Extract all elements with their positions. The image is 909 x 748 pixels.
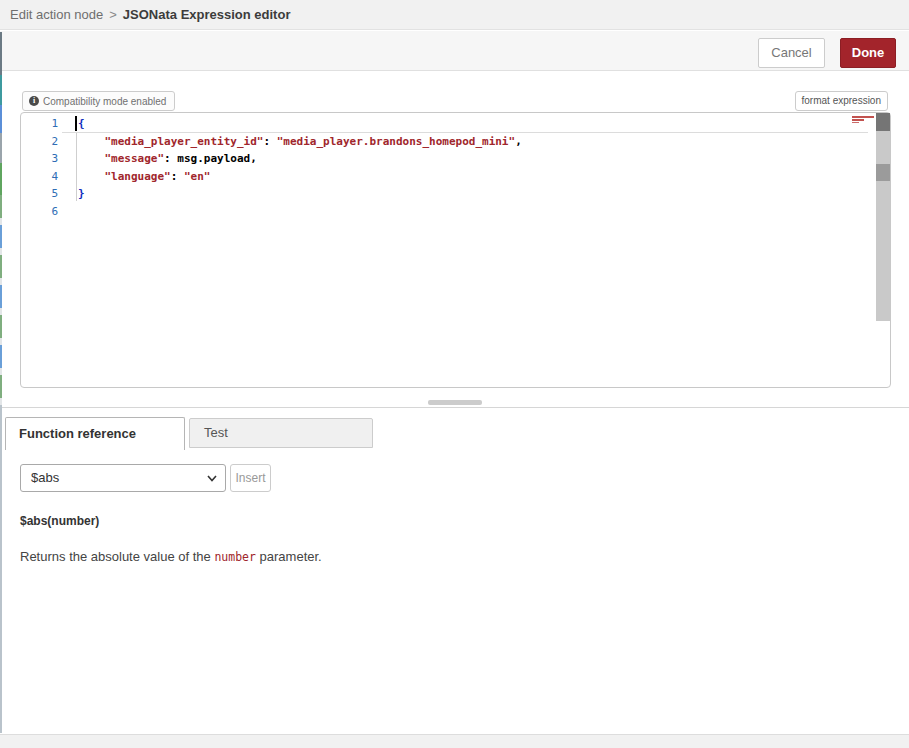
background-edge-strip xyxy=(0,75,2,105)
line-number: 3 xyxy=(21,150,62,168)
function-select[interactable]: $abs xyxy=(20,464,226,492)
text-cursor xyxy=(75,116,77,131)
info-icon: i xyxy=(29,96,39,106)
line-number: 5 xyxy=(21,185,62,203)
code-text[interactable] xyxy=(62,203,868,221)
description-text: Returns the absolute value of the xyxy=(20,549,214,564)
chevron-down-icon xyxy=(207,475,217,482)
scrollbar-thumb[interactable] xyxy=(876,113,890,131)
description-code-ref: number xyxy=(214,550,256,564)
scroll-annotation-marks xyxy=(852,115,878,124)
panel-resize-handle[interactable] xyxy=(0,397,909,408)
breadcrumb-separator: > xyxy=(109,7,117,22)
jsonata-expression-editor-dialog: Edit action node > JSONata Expression ed… xyxy=(0,0,909,748)
code-line[interactable]: 6 xyxy=(21,203,890,221)
code-line[interactable]: 1{ xyxy=(21,115,890,133)
background-edge-strip xyxy=(0,195,2,405)
format-expression-button[interactable]: format expression xyxy=(795,91,888,111)
resize-grip[interactable] xyxy=(428,400,482,405)
description-text-suffix: parameter. xyxy=(256,549,322,564)
background-edge-strip xyxy=(0,133,2,163)
background-edge-strip xyxy=(0,405,2,733)
code-line[interactable]: 3 "message": msg.payload, xyxy=(21,150,890,168)
done-button[interactable]: Done xyxy=(840,38,896,68)
function-signature: $abs(number) xyxy=(20,514,99,528)
code-text[interactable]: } xyxy=(62,185,868,203)
line-number: 1 xyxy=(21,115,62,133)
scrollbar-thumb-secondary[interactable] xyxy=(876,164,890,181)
line-number: 4 xyxy=(21,168,62,186)
function-select-value: $abs xyxy=(31,470,59,485)
line-number: 6 xyxy=(21,203,62,221)
indent-guide xyxy=(76,133,77,201)
compatibility-mode-badge: i Compatibility mode enabled xyxy=(22,91,175,111)
cancel-button[interactable]: Cancel xyxy=(758,38,825,68)
line-number: 2 xyxy=(21,133,62,151)
code-line[interactable]: 2 "media_player_entity_id": "media_playe… xyxy=(21,133,890,151)
function-description: Returns the absolute value of the number… xyxy=(20,549,322,564)
background-edge-strip xyxy=(0,163,2,195)
editor-scrollbar[interactable] xyxy=(876,113,890,321)
background-edge-strip xyxy=(0,32,2,75)
code-line[interactable]: 4 "language": "en" xyxy=(21,168,890,186)
tab-test[interactable]: Test xyxy=(189,418,373,448)
code-text[interactable]: { xyxy=(62,115,868,133)
breadcrumb: Edit action node > JSONata Expression ed… xyxy=(0,0,909,30)
background-edge-strip xyxy=(0,105,2,133)
code-text[interactable]: "media_player_entity_id": "media_player.… xyxy=(62,133,868,151)
footer-bar xyxy=(0,734,909,748)
dialog-toolbar: Cancel Done xyxy=(0,31,909,71)
compatibility-mode-label: Compatibility mode enabled xyxy=(43,96,166,107)
code-editor[interactable]: 1{2 "media_player_entity_id": "media_pla… xyxy=(20,112,891,388)
code-text[interactable]: "message": msg.payload, xyxy=(62,150,868,168)
tab-function-reference[interactable]: Function reference xyxy=(5,417,185,450)
code-line[interactable]: 5} xyxy=(21,185,890,203)
code-lines: 1{2 "media_player_entity_id": "media_pla… xyxy=(21,115,890,220)
insert-button[interactable]: Insert xyxy=(230,464,271,492)
code-text[interactable]: "language": "en" xyxy=(62,168,868,186)
page-title: JSONata Expression editor xyxy=(123,7,291,22)
breadcrumb-parent[interactable]: Edit action node xyxy=(10,7,103,22)
